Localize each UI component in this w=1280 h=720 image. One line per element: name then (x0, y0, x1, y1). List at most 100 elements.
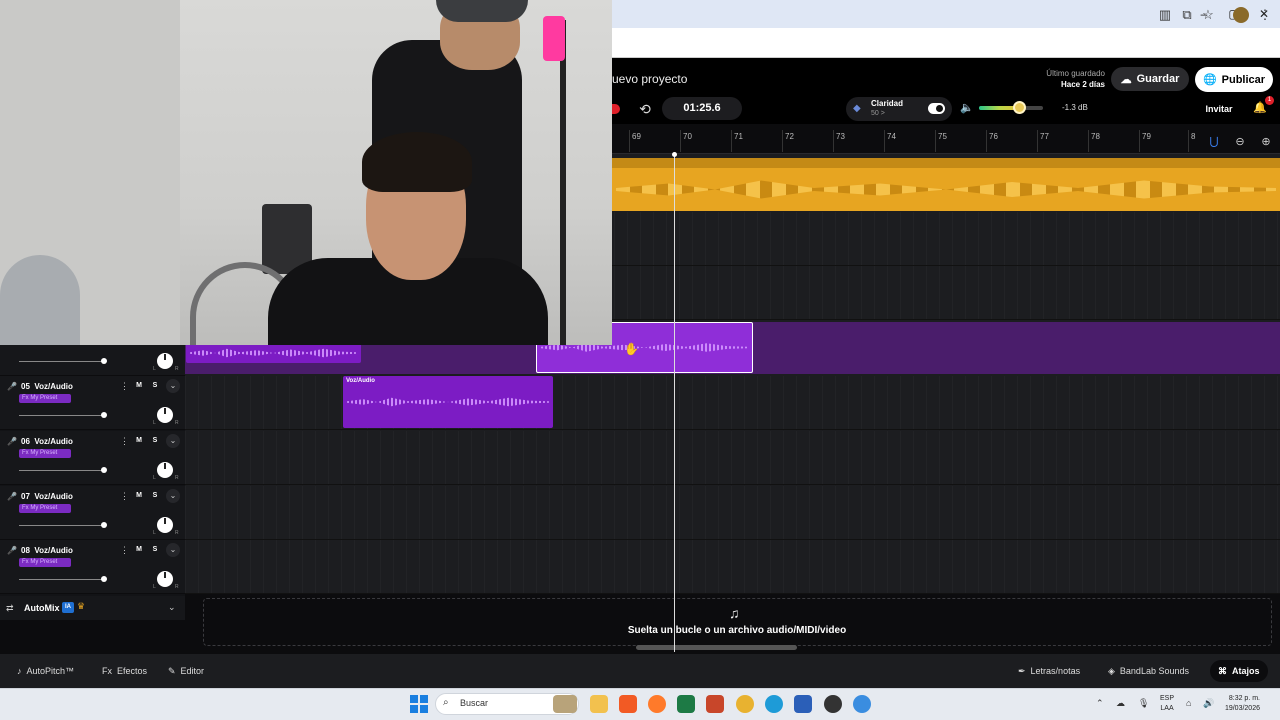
lyrics-button[interactable]: ✒ Letras/notas (1010, 660, 1088, 682)
playhead[interactable] (674, 154, 675, 652)
fx-preset-badge[interactable]: Fx My Preset (19, 558, 71, 567)
track-lane[interactable] (185, 540, 1280, 594)
mute-button[interactable]: M (133, 544, 145, 556)
browser-menu-icon[interactable]: ⋮ (1257, 7, 1273, 23)
track-volume-slider[interactable] (19, 361, 104, 362)
webcam-overlay (0, 0, 612, 345)
mute-button[interactable]: M (133, 380, 145, 392)
track-pan-knob[interactable] (157, 517, 173, 533)
word-icon[interactable] (794, 695, 812, 713)
windows-start-icon[interactable] (410, 695, 428, 713)
excel-icon[interactable] (677, 695, 695, 713)
mute-button[interactable]: M (133, 435, 145, 447)
chrome-icon[interactable] (736, 695, 754, 713)
volume-slider-knob[interactable] (1013, 101, 1026, 114)
track-menu-icon[interactable]: ⋮ (120, 381, 129, 392)
brave-icon[interactable] (619, 695, 637, 713)
fx-preset-badge[interactable]: Fx My Preset (19, 449, 71, 458)
search-highlight-icon[interactable] (553, 695, 577, 713)
solo-button[interactable]: S (149, 544, 161, 556)
chevron-down-icon[interactable]: ⌄ (166, 543, 180, 557)
bookmark-star-icon[interactable]: ☆ (1200, 7, 1216, 23)
language-indicator[interactable]: ESP LAA (1160, 694, 1174, 714)
track-header[interactable]: 🎤 07 Voz/Audio ⋮ M S ⌄ Fx My Preset L R (0, 486, 185, 540)
zoom-in-icon[interactable]: ⊕ (1258, 134, 1274, 150)
track-header[interactable]: 🎤 06 Voz/Audio ⋮ M S ⌄ Fx My Preset L R (0, 431, 185, 485)
track-name[interactable]: 06 Voz/Audio (21, 437, 73, 446)
track-menu-icon[interactable]: ⋮ (120, 491, 129, 502)
speaker-icon[interactable]: 🔈 (960, 101, 974, 114)
project-title[interactable]: uevo proyecto (612, 72, 687, 86)
track-name[interactable]: 05 Voz/Audio (21, 382, 73, 391)
ruler-tick-line (782, 130, 783, 152)
track-volume-knob[interactable] (101, 358, 107, 364)
powerpoint-icon[interactable] (706, 695, 724, 713)
track-volume-knob[interactable] (101, 412, 107, 418)
autopitch-button[interactable]: ♪ AutoPitch™ (9, 660, 82, 682)
fx-preset-badge[interactable]: Fx My Preset (19, 504, 71, 513)
track-name[interactable]: 07 Voz/Audio (21, 492, 73, 501)
solo-button[interactable]: S (149, 380, 161, 392)
track-pan-knob[interactable] (157, 407, 173, 423)
track-volume-knob[interactable] (101, 522, 107, 528)
firefox-icon[interactable] (648, 695, 666, 713)
horizontal-scrollbar[interactable] (636, 645, 797, 650)
profile-avatar-icon[interactable] (1233, 7, 1249, 23)
track-name[interactable]: 08 Voz/Audio (21, 546, 73, 555)
mute-button[interactable]: M (133, 490, 145, 502)
track-menu-icon[interactable]: ⋮ (120, 436, 129, 447)
reading-mode-icon[interactable]: ▥ (1157, 7, 1173, 23)
track-volume-knob[interactable] (101, 576, 107, 582)
network-icon[interactable]: ⌂ (1186, 698, 1191, 708)
ruler-tick-line (1037, 130, 1038, 152)
fx-preset-badge[interactable]: Fx My Preset (19, 394, 71, 403)
loop-icon[interactable]: ⟲ (632, 98, 658, 120)
track-volume-slider[interactable] (19, 525, 104, 526)
address-bar[interactable] (612, 28, 1280, 58)
chrome-profile-icon[interactable] (853, 695, 871, 713)
taskbar-clock[interactable]: 8:32 p. m. 19/03/2026 (1222, 694, 1260, 714)
save-button[interactable]: ☁ Guardar (1111, 67, 1189, 91)
track-volume-slider[interactable] (19, 579, 104, 580)
chevron-down-icon[interactable]: ⌄ (166, 379, 180, 393)
edge-icon[interactable] (765, 695, 783, 713)
track-header[interactable]: 🎤 08 Voz/Audio ⋮ M S ⌄ Fx My Preset L R (0, 540, 185, 594)
track-header[interactable]: 🎤 05 Voz/Audio ⋮ M S ⌄ Fx My Preset L R (0, 376, 185, 430)
bell-icon[interactable]: 🔔 (1253, 101, 1267, 114)
magnet-snap-icon[interactable]: ⋃ (1206, 134, 1222, 150)
effects-button[interactable]: Fx Efectos (94, 660, 155, 682)
chevron-down-icon[interactable]: ⌄ (168, 602, 176, 613)
cloud-tray-icon[interactable]: ☁ (1116, 698, 1125, 709)
publish-button[interactable]: 🌐 Publicar (1195, 67, 1273, 92)
microphone-icon[interactable]: 🎙 (1138, 698, 1149, 709)
volume-tray-icon[interactable]: 🔊 (1203, 698, 1214, 709)
track-lane[interactable] (185, 486, 1280, 540)
zoom-out-icon[interactable]: ⊖ (1232, 134, 1248, 150)
shortcuts-button[interactable]: ⌘ Atajos (1210, 660, 1268, 682)
track-pan-knob[interactable] (157, 571, 173, 587)
solo-button[interactable]: S (149, 435, 161, 447)
track-menu-icon[interactable]: ⋮ (120, 545, 129, 556)
chevron-down-icon[interactable]: ⌄ (166, 489, 180, 503)
invite-button[interactable]: Invitar (1198, 99, 1240, 119)
solo-button[interactable]: S (149, 490, 161, 502)
track-volume-knob[interactable] (101, 467, 107, 473)
audio-clip[interactable] (186, 343, 361, 363)
bandlab-sounds-button[interactable]: ◈ BandLab Sounds (1100, 660, 1197, 682)
playhead-handle[interactable] (672, 152, 677, 157)
install-app-icon[interactable]: ⧉ (1179, 7, 1195, 23)
track-pan-knob[interactable] (157, 462, 173, 478)
app-icon[interactable] (824, 695, 842, 713)
editor-button[interactable]: ✎ Editor (160, 660, 212, 682)
audio-clip[interactable]: Voz/Audio (343, 376, 553, 428)
track-pan-knob[interactable] (157, 353, 173, 369)
file-explorer-icon[interactable] (590, 695, 608, 713)
track-volume-slider[interactable] (19, 415, 104, 416)
clarity-value[interactable]: 50 > (871, 110, 885, 117)
chevron-down-icon[interactable]: ⌄ (166, 434, 180, 448)
clarity-toggle[interactable] (928, 103, 945, 114)
track-lane[interactable] (185, 431, 1280, 485)
tray-chevron-up-icon[interactable]: ⌃ (1096, 698, 1104, 709)
clock-time: 8:32 p. m. (1228, 695, 1260, 702)
track-volume-slider[interactable] (19, 470, 104, 471)
